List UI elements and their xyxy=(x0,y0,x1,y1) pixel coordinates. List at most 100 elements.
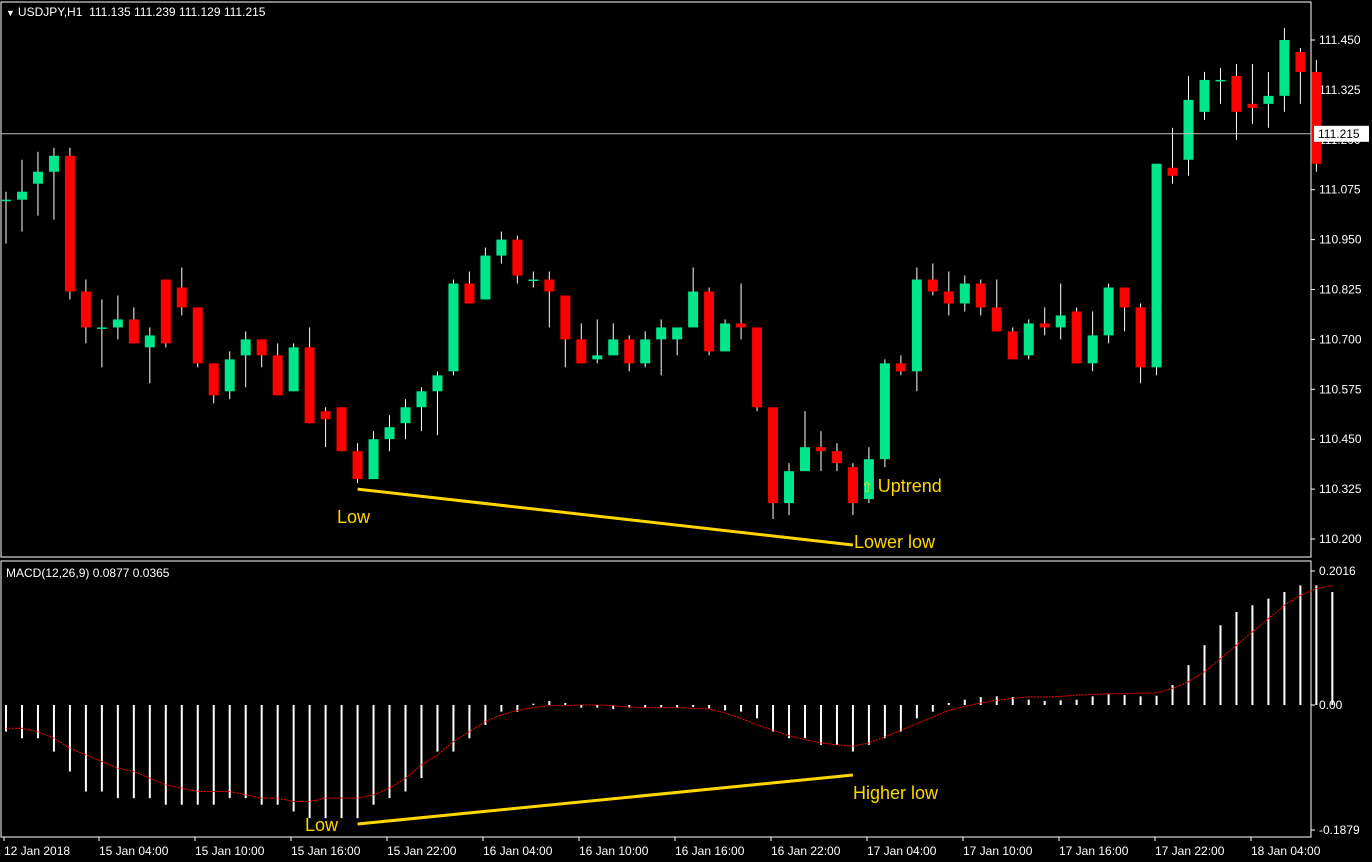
candle-body xyxy=(128,319,139,344)
price-tick-label: 110.950 xyxy=(1319,233,1362,247)
candle-body xyxy=(831,451,842,464)
candle-body xyxy=(752,327,763,408)
candle-body xyxy=(432,375,443,392)
price-tick-label: 110.575 xyxy=(1319,382,1362,396)
candle-body xyxy=(560,295,571,340)
candle-body xyxy=(1087,335,1098,364)
candle-body xyxy=(464,283,475,304)
candle-body xyxy=(64,155,75,292)
candle-body xyxy=(96,327,107,329)
candle-body xyxy=(1,199,11,202)
candle-body xyxy=(704,291,715,352)
macd-tick-label: -0.1879 xyxy=(1319,823,1360,837)
chart-canvas: 111.450111.325111.200111.075110.950110.8… xyxy=(0,1,1369,858)
uptrend-label: Uptrend xyxy=(877,476,942,496)
candle-body xyxy=(496,239,507,256)
candle-body xyxy=(784,471,795,504)
time-tick-label: 17 Jan 04:00 xyxy=(867,844,937,858)
candle-body xyxy=(304,347,315,424)
price-tick-label: 110.325 xyxy=(1319,482,1362,496)
price-tick-label: 111.325 xyxy=(1319,83,1361,97)
price-panel-frame xyxy=(0,1,1312,558)
time-tick-label: 17 Jan 10:00 xyxy=(963,844,1033,858)
candle-body xyxy=(624,339,635,364)
candle-body xyxy=(1103,287,1114,336)
candle-body xyxy=(1231,75,1242,112)
candle-body xyxy=(879,363,890,460)
candle-body xyxy=(144,335,155,348)
time-tick-label: 16 Jan 10:00 xyxy=(579,844,649,858)
candle-body xyxy=(640,339,651,364)
candle-body xyxy=(448,283,459,372)
candle-body xyxy=(400,407,411,424)
candle-body xyxy=(1055,315,1066,328)
time-tick-label: 16 Jan 22:00 xyxy=(771,844,841,858)
candle-body xyxy=(943,291,954,304)
candle-body xyxy=(320,411,331,420)
candle-body xyxy=(1279,40,1290,96)
candle-body xyxy=(975,283,986,308)
candle-body xyxy=(1199,79,1210,112)
candle-body xyxy=(1247,103,1258,108)
candle-body xyxy=(192,307,203,364)
candle-body xyxy=(1311,71,1322,164)
candle-body xyxy=(1183,99,1194,160)
time-tick-label: 16 Jan 04:00 xyxy=(483,844,553,858)
candle-body xyxy=(176,287,187,308)
time-tick-label: 17 Jan 22:00 xyxy=(1155,844,1225,858)
time-tick-label: 12 Jan 2018 xyxy=(4,844,70,858)
price-tick-label: 111.075 xyxy=(1319,183,1361,197)
candle-body xyxy=(576,339,587,364)
triangle-down-icon[interactable]: ▼ xyxy=(6,8,15,18)
macd-values: 0.0877 0.0365 xyxy=(92,566,170,580)
price-tick-label: 110.700 xyxy=(1319,332,1362,346)
candle-body xyxy=(768,407,779,504)
price-trendline xyxy=(357,487,854,547)
candle-body xyxy=(672,327,683,340)
time-tick-label: 15 Jan 04:00 xyxy=(99,844,169,858)
candle-body xyxy=(815,447,826,452)
candle-body xyxy=(336,407,347,452)
candle-body xyxy=(528,279,539,282)
macd-tick-label: 0.00 xyxy=(1319,698,1343,712)
current-price-value: 111.215 xyxy=(1318,127,1360,141)
time-tick-label: 15 Jan 22:00 xyxy=(387,844,457,858)
candle-body xyxy=(1263,95,1274,104)
macd-label: MACD(12,26,9) xyxy=(6,566,90,580)
macd-header: MACD(12,26,9) 0.0877 0.0365 xyxy=(6,566,169,580)
annotation-uptrend: ⇧ Uptrend xyxy=(861,476,942,497)
candle-body xyxy=(288,347,299,392)
ohlc-values: 111.135 111.239 111.129 111.215 xyxy=(89,5,266,19)
candle-body xyxy=(1119,287,1130,308)
candle-body xyxy=(160,279,171,344)
candle-body xyxy=(720,323,731,352)
time-tick-label: 17 Jan 16:00 xyxy=(1059,844,1129,858)
candle-body xyxy=(608,339,619,356)
candle-body xyxy=(112,319,123,328)
symbol-header[interactable]: ▼ USDJPY,H1 111.135 111.239 111.129 111.2… xyxy=(6,5,265,19)
candle-body xyxy=(1135,307,1146,368)
candle-body xyxy=(256,339,267,356)
arrow-up-outline-icon: ⇧ xyxy=(861,479,873,495)
candle-body xyxy=(1295,51,1306,72)
candle-body xyxy=(688,291,699,328)
macd-signal-line xyxy=(6,584,1333,802)
candle-body xyxy=(544,279,555,292)
time-tick-label: 18 Jan 04:00 xyxy=(1251,844,1321,858)
symbol-label: USDJPY,H1 xyxy=(17,5,83,19)
candle-body xyxy=(16,191,27,200)
candle-body xyxy=(1071,311,1082,364)
time-tick-label: 16 Jan 16:00 xyxy=(675,844,745,858)
candle-body xyxy=(368,439,379,480)
candle-body xyxy=(480,255,491,300)
candle-body xyxy=(736,323,747,328)
annotation-macd-low: Low xyxy=(305,815,339,835)
time-tick-label: 15 Jan 10:00 xyxy=(195,844,265,858)
candle-body xyxy=(927,279,938,292)
macd-tick-label: 0.2016 xyxy=(1319,564,1356,578)
candle-body xyxy=(991,307,1002,332)
candle-body xyxy=(895,363,906,372)
candle-body xyxy=(48,155,59,172)
candle-body xyxy=(1151,163,1162,368)
price-tick-label: 110.450 xyxy=(1319,432,1362,446)
